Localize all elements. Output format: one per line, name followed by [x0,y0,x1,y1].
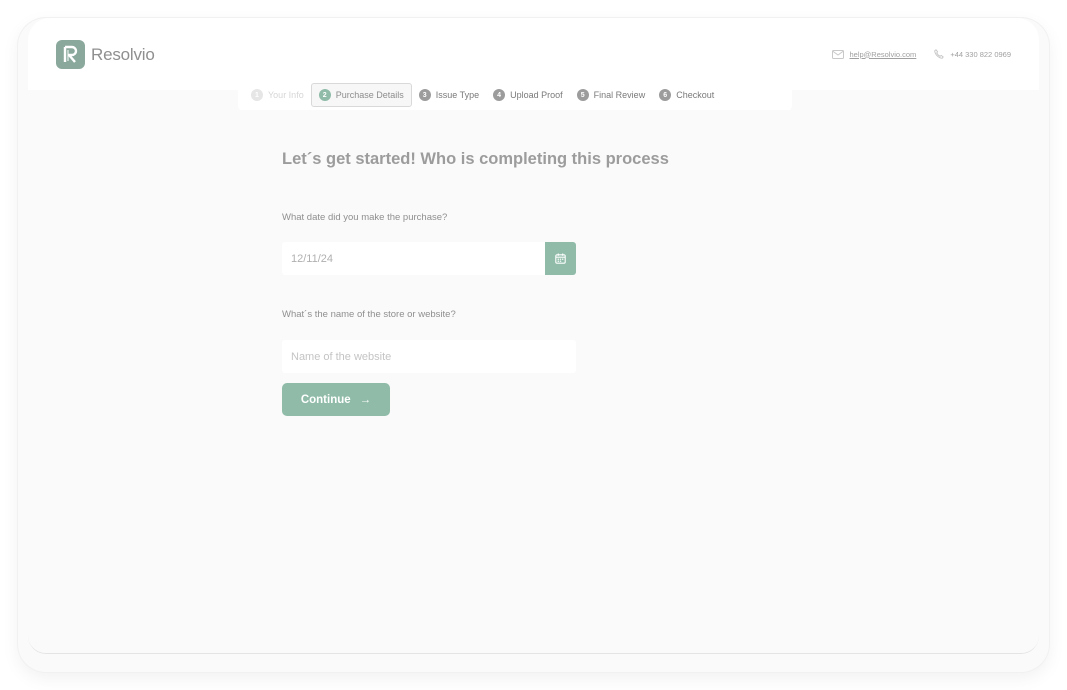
step-number: 6 [659,89,672,101]
date-field [282,242,576,275]
step-checkout[interactable]: 6 Checkout [652,83,721,107]
step-number: 4 [493,89,506,101]
continue-button[interactable]: Continue → [282,383,390,416]
date-label: What date did you make the purchase? [282,212,448,223]
mail-icon [831,49,844,59]
arrow-right-icon: → [359,393,372,406]
calendar-icon [555,253,566,264]
step-issue-type[interactable]: 3 Issue Type [412,83,486,107]
step-purchase-details[interactable]: 2 Purchase Details [310,83,412,107]
phone-number[interactable]: +44 330 822 0969 [950,50,1011,59]
step-upload-proof[interactable]: 4 Upload Proof [486,83,570,107]
step-your-info[interactable]: 1 Your Info [244,83,311,107]
calendar-button[interactable] [545,242,576,275]
step-number: 1 [251,89,263,101]
step-label: Upload Proof [510,90,563,100]
step-number: 5 [576,89,589,101]
store-input[interactable] [282,340,576,373]
email-link[interactable]: help@Resolvio.com [850,50,917,59]
step-label: Final Review [593,90,646,100]
step-label: Issue Type [435,90,480,100]
step-final-review[interactable]: 5 Final Review [570,83,653,107]
step-number: 2 [318,89,331,101]
continue-label: Continue [300,393,351,406]
step-label: Checkout [676,90,715,100]
logo[interactable]: Resolvio [56,40,155,69]
brand-name: Resolvio [91,44,155,64]
logo-mark-icon [56,40,85,69]
content-area [28,18,1039,654]
contact-info: help@Resolvio.com +44 330 822 0969 [831,49,1011,59]
page-title: Let´s get started! Who is completing thi… [282,150,669,168]
store-field [282,340,576,373]
step-number: 3 [418,89,431,101]
store-label: What´s the name of the store or website? [282,309,456,320]
phone-icon [934,49,945,59]
date-input[interactable] [282,242,576,275]
step-label: Purchase Details [335,90,404,100]
progress-stepper: 1 Your Info 2 Purchase Details 3 Issue T… [238,80,792,110]
step-label: Your Info [268,90,304,100]
